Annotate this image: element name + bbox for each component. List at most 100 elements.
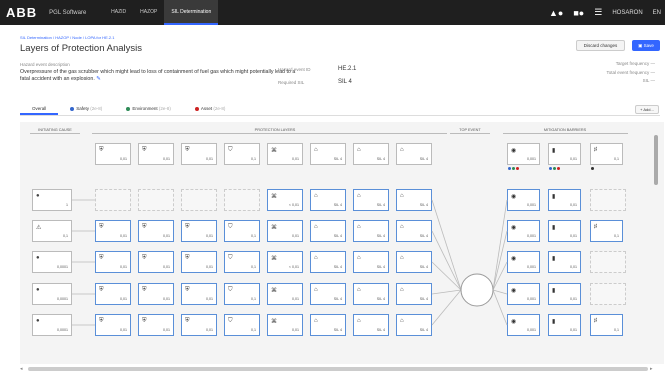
mitigation-value: 0,1 bbox=[614, 234, 619, 238]
protection-layer-card[interactable]: ⛨ 0,01 bbox=[95, 283, 131, 305]
mitigation-barrier-card[interactable]: ▮ 0,01 bbox=[548, 251, 581, 273]
protection-layer-card[interactable]: ⛨ 0,01 bbox=[138, 251, 174, 273]
protection-layer-card[interactable]: ⌂ SIL 4 bbox=[396, 220, 432, 242]
empty-mitigation-slot bbox=[590, 189, 626, 211]
protection-layer-card[interactable]: ⌘ 0,01 bbox=[267, 220, 303, 242]
protection-layer-card[interactable]: ⛨ 0,01 bbox=[95, 314, 131, 336]
protection-layer-card[interactable]: ⛉ 0,1 bbox=[224, 220, 260, 242]
layer-value: SIL 4 bbox=[376, 157, 385, 161]
header-layer-card[interactable]: ⌂ SIL 4 bbox=[353, 143, 389, 165]
protection-layer-card[interactable]: ⌂ SIL 4 bbox=[310, 283, 346, 305]
header-layer-card[interactable]: ⛉ 0,1 bbox=[224, 143, 260, 165]
protection-layer-card[interactable]: ⌂ SIL 4 bbox=[310, 314, 346, 336]
layer-value: 0,01 bbox=[292, 234, 299, 238]
required-sil-value: SIL 4 bbox=[338, 79, 352, 85]
protection-layer-card[interactable]: ⛨ 0,01 bbox=[138, 283, 174, 305]
mitigation-barrier-card[interactable]: ▮ 0,01 bbox=[548, 314, 581, 336]
protection-layer-card[interactable]: ⌂ SIL 4 bbox=[396, 189, 432, 211]
protection-layer-card[interactable]: ⌂ SIL 4 bbox=[310, 189, 346, 211]
tab-safety[interactable]: Safety (2e-8) bbox=[58, 103, 114, 115]
valve-icon: ⌂ bbox=[400, 287, 404, 293]
protection-layer-card[interactable]: ⌘ 0,01 bbox=[267, 314, 303, 336]
initiating-cause-card[interactable]: ● 1 bbox=[32, 189, 72, 211]
mitigation-barrier-card[interactable]: ▮ 0,01 bbox=[548, 283, 581, 305]
initiating-cause-card[interactable]: ⚠ 0,1 bbox=[32, 220, 72, 242]
header-layer-card[interactable]: ⌂ SIL 4 bbox=[310, 143, 346, 165]
protection-layer-card[interactable]: ⌂ SIL 4 bbox=[396, 314, 432, 336]
initiating-cause-card[interactable]: ● 0,0001 bbox=[32, 283, 72, 305]
mitigation-barrier-card[interactable]: ◉ 0,001 bbox=[507, 189, 540, 211]
protection-layer-card[interactable]: ⌂ SIL 4 bbox=[310, 251, 346, 273]
protection-layer-card[interactable]: ⌂ SIL 4 bbox=[396, 251, 432, 273]
protection-layer-card[interactable]: ⌂ SIL 4 bbox=[353, 251, 389, 273]
mitigation-barrier-card[interactable]: ◉ 0,001 bbox=[507, 220, 540, 242]
header-layer-card[interactable]: ⌂ SIL 4 bbox=[396, 143, 432, 165]
menu-icon[interactable]: ☰ bbox=[594, 7, 602, 18]
protection-layer-card[interactable]: ⌘ < 0,01 bbox=[267, 251, 303, 273]
add-button[interactable]: + Add... bbox=[635, 105, 659, 114]
alerts-icon[interactable]: ▲● bbox=[549, 8, 563, 18]
header-layer-card[interactable]: ⛨ 0,01 bbox=[181, 143, 217, 165]
initiating-cause-card[interactable]: ● 0,0001 bbox=[32, 251, 72, 273]
tab-environment[interactable]: Environment (2e-8) bbox=[114, 103, 183, 115]
protection-layer-card[interactable]: ⛨ 0,01 bbox=[138, 220, 174, 242]
mitigation-barrier-card[interactable]: ▮ 0,01 bbox=[548, 220, 581, 242]
tab-asset[interactable]: Asset (2e-8) bbox=[183, 103, 238, 115]
protection-layer-card[interactable]: ⛨ 0,01 bbox=[95, 251, 131, 273]
header-mitigation-card[interactable]: ♯ 0,1 bbox=[590, 143, 623, 165]
layer-value: 0,01 bbox=[120, 265, 127, 269]
protection-layer-card[interactable]: ⛉ 0,1 bbox=[224, 251, 260, 273]
tab-sil-determination[interactable]: SIL Determination bbox=[164, 0, 219, 25]
mitigation-barrier-card[interactable]: ♯ 0,1 bbox=[590, 314, 623, 336]
save-button[interactable]: ▣ Save bbox=[632, 40, 660, 51]
protection-layer-card[interactable]: ⛉ 0,1 bbox=[224, 283, 260, 305]
header-layer-card[interactable]: ⛨ 0,01 bbox=[95, 143, 131, 165]
header-layer-card[interactable]: ⌘ 0,01 bbox=[267, 143, 303, 165]
protection-layer-card[interactable]: ⌂ SIL 4 bbox=[396, 283, 432, 305]
protection-layer-card[interactable]: ⛨ 0,01 bbox=[181, 251, 217, 273]
edit-icon[interactable]: ✎ bbox=[96, 76, 100, 82]
tab-hazid[interactable]: HAZID bbox=[104, 0, 133, 25]
tab-hazop[interactable]: HAZOP bbox=[133, 0, 164, 25]
protection-layer-card[interactable]: ⌘ 0,01 bbox=[267, 283, 303, 305]
alarm-icon: ⌘ bbox=[271, 225, 277, 231]
header-layer-card[interactable]: ⛨ 0,01 bbox=[138, 143, 174, 165]
horizontal-scrollbar[interactable] bbox=[28, 367, 648, 371]
breadcrumb[interactable]: SIL Determination / HAZOP / Node / LOPA … bbox=[20, 35, 114, 40]
header-mitigation-card[interactable]: ◉ 0,001 bbox=[507, 143, 540, 165]
protection-layer-card[interactable]: ⛉ 0,1 bbox=[224, 314, 260, 336]
required-sil-label: Required SIL bbox=[278, 80, 305, 85]
header-mitigation-card[interactable]: ▮ 0,01 bbox=[548, 143, 581, 165]
protection-layer-card[interactable]: ⛨ 0,01 bbox=[138, 314, 174, 336]
initiating-cause-card[interactable]: ● 0,0001 bbox=[32, 314, 72, 336]
protection-layer-card[interactable]: ⛨ 0,01 bbox=[95, 220, 131, 242]
protection-layer-card[interactable]: ⌂ SIL 4 bbox=[353, 189, 389, 211]
language-selector[interactable]: EN bbox=[653, 10, 661, 16]
mitigation-barrier-card[interactable]: ◉ 0,001 bbox=[507, 314, 540, 336]
environment-count: (2e-8) bbox=[158, 106, 171, 111]
scroll-right-icon[interactable]: ▸ bbox=[650, 366, 653, 372]
vertical-scrollbar[interactable] bbox=[654, 135, 658, 185]
scroll-left-icon[interactable]: ◂ bbox=[20, 366, 23, 372]
environment-label: Environment bbox=[132, 106, 158, 111]
protection-layer-card[interactable]: ⌘ < 0,01 bbox=[267, 189, 303, 211]
mitigation-barrier-card[interactable]: ◉ 0,001 bbox=[507, 283, 540, 305]
cause-icon: ● bbox=[36, 318, 40, 324]
protection-layer-card[interactable]: ⌂ SIL 4 bbox=[353, 314, 389, 336]
protection-layer-card[interactable]: ⛨ 0,01 bbox=[181, 314, 217, 336]
discard-changes-button[interactable]: Discard changes bbox=[576, 40, 625, 51]
layer-value: 0,01 bbox=[163, 265, 170, 269]
protection-layer-card[interactable]: ⌂ SIL 4 bbox=[353, 283, 389, 305]
target-frequency-value: — bbox=[650, 61, 656, 66]
protection-layer-card[interactable]: ⛨ 0,01 bbox=[181, 283, 217, 305]
tab-overall[interactable]: Overall bbox=[20, 103, 59, 115]
mitigation-barrier-card[interactable]: ♯ 0,1 bbox=[590, 220, 623, 242]
username[interactable]: HOSARON bbox=[612, 10, 642, 16]
protection-layer-card[interactable]: ⌂ SIL 4 bbox=[353, 220, 389, 242]
mitigation-barrier-card[interactable]: ◉ 0,001 bbox=[507, 251, 540, 273]
protection-layer-card[interactable]: ⌂ SIL 4 bbox=[310, 220, 346, 242]
hazard-description[interactable]: Overpressure of the gas scrubber which m… bbox=[20, 69, 300, 82]
mitigation-barrier-card[interactable]: ▮ 0,01 bbox=[548, 189, 581, 211]
notifications-icon[interactable]: ■● bbox=[573, 8, 584, 18]
protection-layer-card[interactable]: ⛨ 0,01 bbox=[181, 220, 217, 242]
